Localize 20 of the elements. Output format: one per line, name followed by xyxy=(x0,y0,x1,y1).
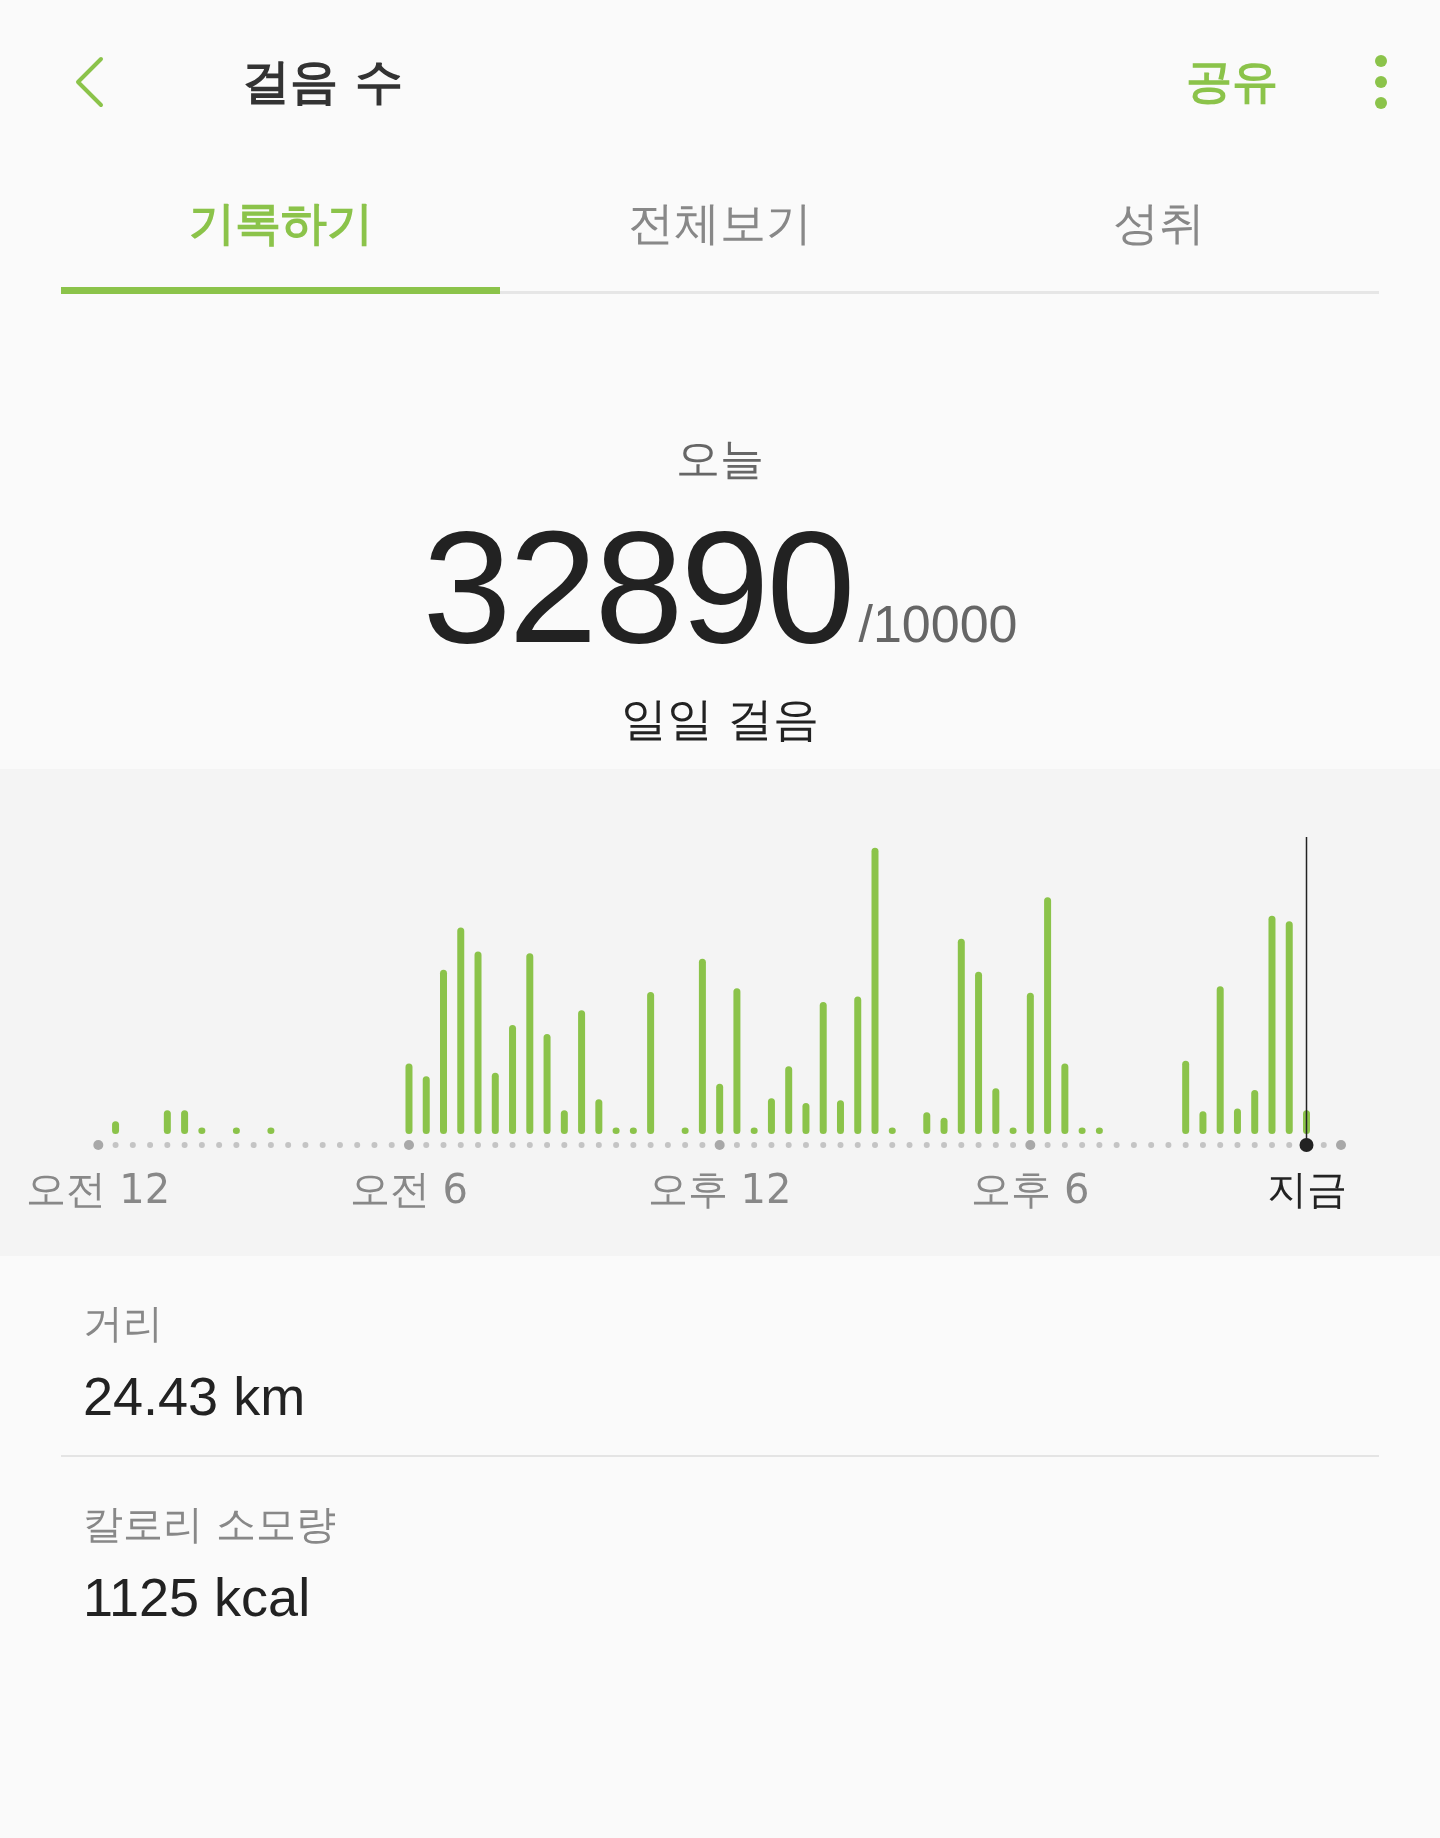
step-count: 32890 xyxy=(422,507,853,667)
screen-title: 걸음 수 xyxy=(242,52,403,111)
daily-steps-label: 일일 걸음 xyxy=(620,691,820,748)
period-label: 오늘 xyxy=(676,432,764,486)
share-button[interactable]: 공유 xyxy=(1186,51,1278,113)
stat-value: 24.43 km xyxy=(83,1365,307,1427)
stat-label: 거리 xyxy=(83,1299,164,1348)
back-icon[interactable] xyxy=(74,56,104,108)
stat-value: 1125 kcal xyxy=(83,1566,312,1628)
time-label: 오후 12 xyxy=(647,1166,792,1212)
time-label: 오후 6 xyxy=(971,1166,1090,1212)
tab[interactable]: 성취 xyxy=(939,164,1379,294)
stat-label: 칼로리 소모량 xyxy=(83,1500,337,1549)
tab[interactable]: 전체보기 xyxy=(500,164,940,294)
time-label: 오전 12 xyxy=(26,1166,171,1212)
time-label: 오전 6 xyxy=(349,1166,469,1212)
now-label: 지금 xyxy=(1266,1166,1347,1212)
step-goal: /10000 xyxy=(858,594,1018,654)
tab[interactable]: 기록하기 xyxy=(61,164,501,294)
more-options-icon[interactable] xyxy=(1374,54,1388,110)
